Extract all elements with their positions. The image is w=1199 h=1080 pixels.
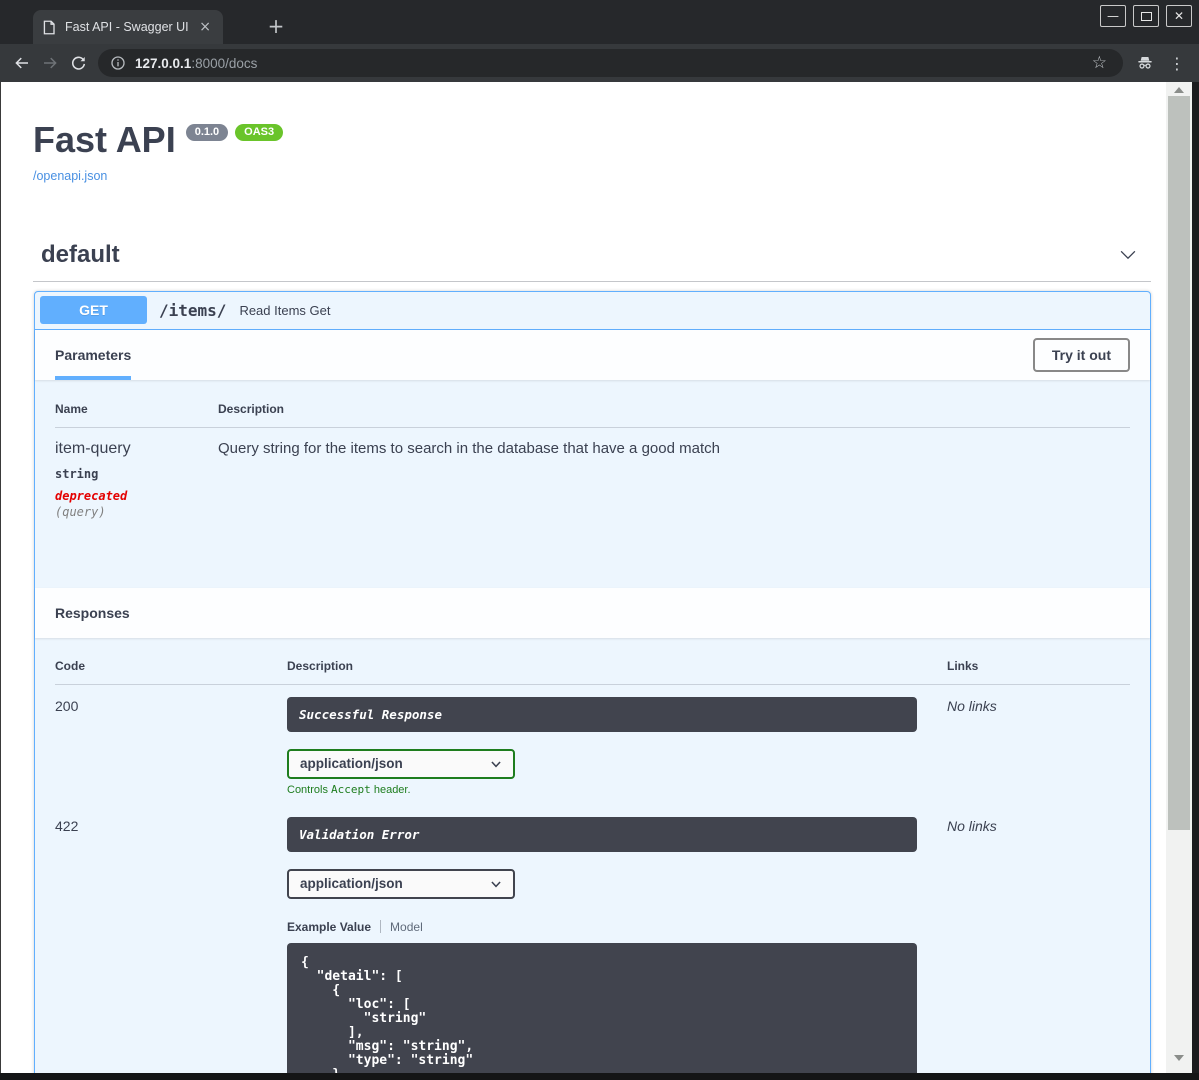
incognito-icon[interactable] — [1131, 49, 1159, 77]
maximize-icon — [1140, 11, 1152, 21]
url-text: 127.0.0.1:8000/docs — [135, 56, 1088, 71]
parameter-description: Query string for the items to search in … — [218, 439, 720, 457]
url-path: :8000/docs — [191, 55, 258, 71]
response-description-box: Successful Response — [287, 696, 917, 732]
response-links: No links — [947, 817, 997, 834]
window-maximize-button[interactable] — [1133, 5, 1159, 27]
accept-header-code: Accept — [331, 782, 371, 796]
browser-toolbar: 127.0.0.1:8000/docs ☆ ⋮ — [0, 44, 1199, 82]
operation-block-get-items: GET /items/ Read Items Get Parameters Tr… — [34, 290, 1151, 1080]
openapi-spec-link[interactable]: /openapi.json — [33, 169, 107, 183]
tab-title: Fast API - Swagger UI — [65, 20, 189, 34]
operation-path: /items/ — [159, 300, 227, 320]
tab-model[interactable]: Model — [390, 920, 423, 934]
version-badge: 0.1.0 — [185, 124, 229, 141]
column-header-description: Description — [218, 387, 1130, 428]
media-type-select-422[interactable]: application/json — [287, 868, 515, 899]
favicon-document-icon — [42, 20, 56, 35]
parameter-name: item-query — [55, 439, 131, 457]
forward-button[interactable] — [36, 49, 64, 77]
responses-title: Responses — [55, 604, 130, 621]
tab-example-value[interactable]: Example Value — [287, 920, 371, 934]
response-code: 422 — [55, 817, 79, 834]
responses-body: Code Description Links 200 Successful Re… — [35, 637, 1150, 1080]
window-border-bottom — [0, 1073, 1199, 1080]
operation-description: Read Items Get — [239, 302, 331, 318]
response-row-200: 200 Successful Response application/json… — [55, 684, 1130, 796]
reload-button[interactable] — [64, 49, 92, 77]
media-type-select-200[interactable]: application/json — [287, 748, 515, 779]
parameter-type: string — [55, 466, 99, 481]
response-code: 200 — [55, 697, 79, 714]
parameter-location: (query) — [55, 504, 106, 519]
chevron-down-icon — [491, 761, 501, 768]
tab-close-icon[interactable]: × — [196, 19, 214, 35]
operation-summary[interactable]: GET /items/ Read Items Get — [35, 292, 1150, 330]
window-close-button[interactable]: ✕ — [1166, 5, 1192, 27]
address-bar[interactable]: 127.0.0.1:8000/docs ☆ — [98, 49, 1123, 77]
response-description-box: Validation Error — [287, 816, 917, 852]
column-header-resp-description: Description — [287, 637, 947, 685]
scrollbar-thumb[interactable] — [1168, 96, 1190, 830]
chevron-down-icon — [491, 881, 501, 888]
tag-section-header[interactable]: default — [33, 241, 1151, 282]
back-button[interactable] — [8, 49, 36, 77]
scrollbar-down-arrow[interactable] — [1166, 1052, 1192, 1064]
method-badge: GET — [40, 296, 147, 325]
tab-parameters[interactable]: Parameters — [55, 330, 132, 380]
page-title: Fast API — [33, 119, 176, 160]
bookmark-star-icon[interactable]: ☆ — [1088, 53, 1111, 73]
column-header-name: Name — [55, 387, 218, 428]
url-host: 127.0.0.1 — [135, 55, 192, 71]
parameter-deprecated-flag: deprecated — [55, 488, 128, 503]
collapse-chevron-down-icon[interactable] — [1115, 244, 1141, 266]
example-json-block: { "detail": [ { "loc": [ "string" ], "ms… — [287, 942, 917, 1080]
tag-name: default — [41, 240, 120, 268]
site-info-icon[interactable] — [110, 55, 126, 71]
window-minimize-button[interactable]: — — [1100, 5, 1126, 27]
browser-titlebar: Fast API - Swagger UI × + — ✕ — [0, 0, 1199, 44]
oas3-badge: OAS3 — [235, 124, 284, 141]
responses-header: Responses — [35, 587, 1150, 638]
try-it-out-button[interactable]: Try it out — [1032, 337, 1130, 372]
window-border-left — [0, 82, 1, 1080]
browser-menu-icon[interactable]: ⋮ — [1159, 54, 1191, 73]
media-type-value: application/json — [300, 876, 403, 892]
swagger-page: Fast API 0.1.0 OAS3 /openapi.json defaul… — [1, 82, 1166, 1080]
browser-tab[interactable]: Fast API - Swagger UI × — [33, 10, 223, 44]
vertical-scrollbar[interactable] — [1166, 82, 1192, 1073]
tab-separator — [380, 920, 382, 934]
parameters-header: Parameters Try it out — [35, 329, 1150, 380]
scrollbar-up-arrow[interactable] — [1166, 84, 1192, 96]
controls-accept-note: Controls Accept header. — [287, 782, 411, 796]
api-info-section: Fast API 0.1.0 OAS3 /openapi.json — [1, 82, 1166, 185]
column-header-links: Links — [947, 637, 1130, 685]
window-border-right — [1192, 82, 1199, 1080]
parameters-body: Name Description item-query string depre… — [35, 380, 1150, 588]
response-row-422: 422 Validation Error application/json Ex… — [55, 796, 1130, 1080]
media-type-value: application/json — [300, 756, 403, 772]
column-header-code: Code — [55, 637, 287, 685]
example-model-tabs: Example Value Model — [287, 920, 947, 934]
response-links: No links — [947, 697, 997, 714]
new-tab-button[interactable]: + — [262, 13, 290, 41]
parameter-row: item-query string deprecated (query) Que… — [55, 427, 1130, 519]
